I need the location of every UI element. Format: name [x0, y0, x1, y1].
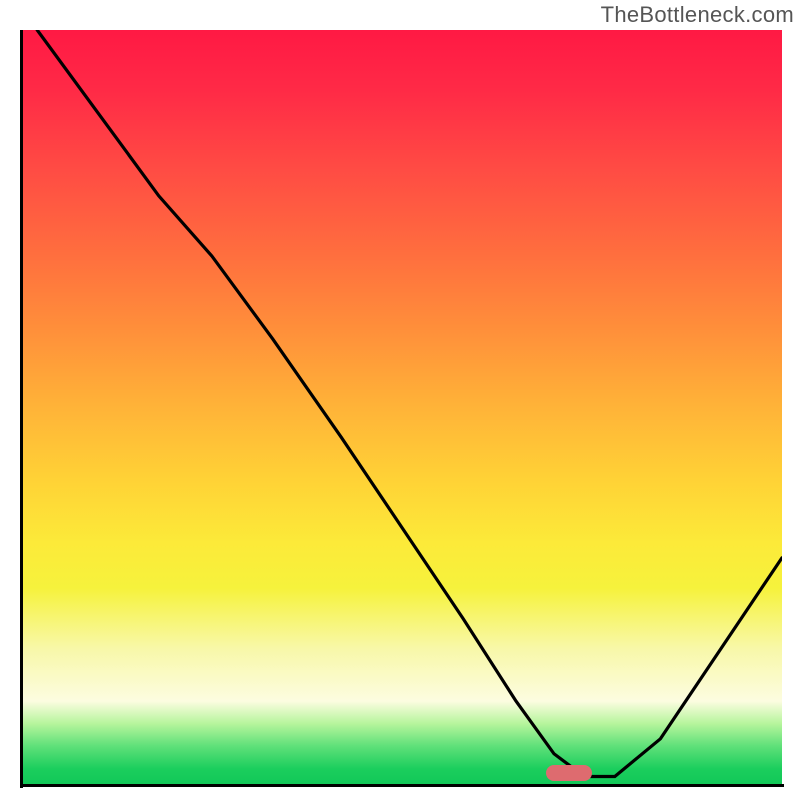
curve-path	[37, 30, 782, 777]
x-axis	[20, 784, 784, 787]
curve-svg	[22, 30, 782, 784]
watermark-label: TheBottleneck.com	[601, 2, 794, 28]
plot-area	[22, 30, 782, 784]
y-axis	[20, 30, 23, 788]
chart-stage: TheBottleneck.com	[0, 0, 800, 800]
minimum-marker	[546, 765, 592, 781]
